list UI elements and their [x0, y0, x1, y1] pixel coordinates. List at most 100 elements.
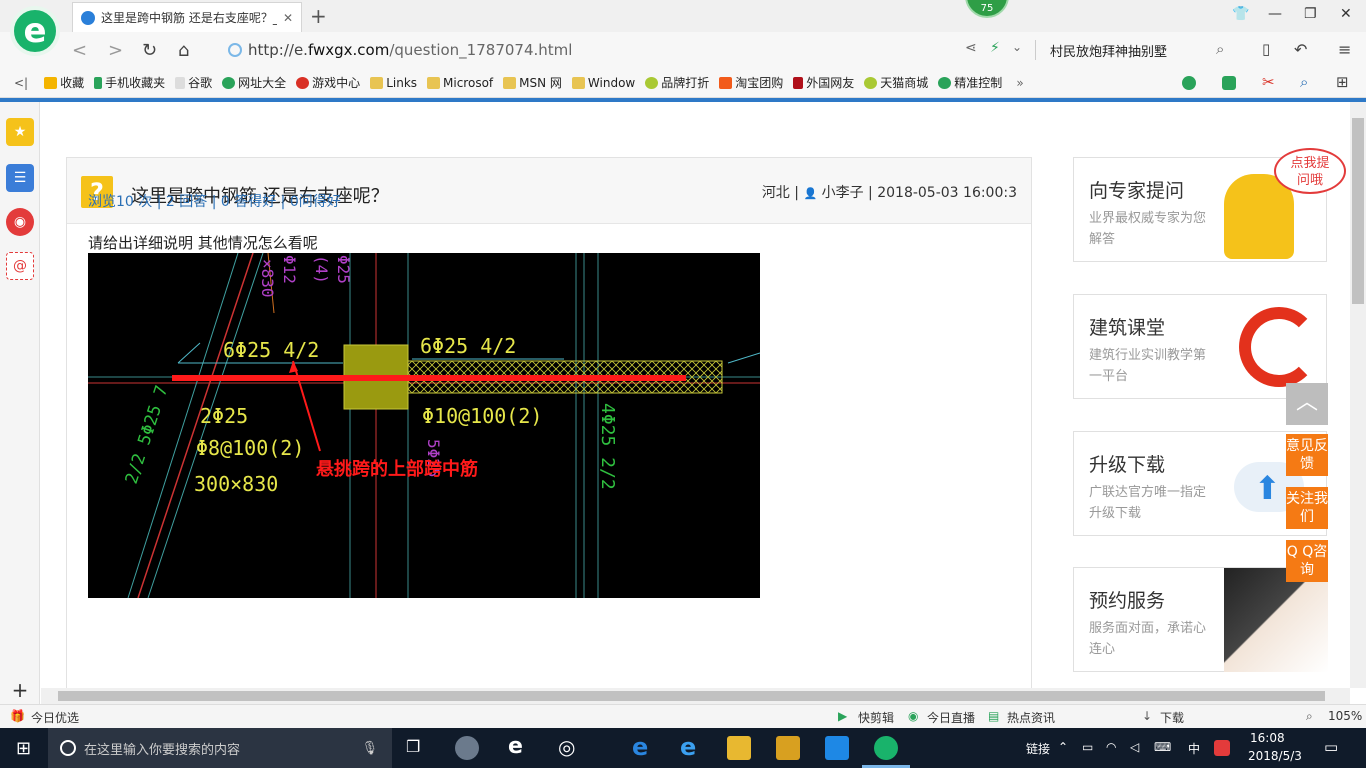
new-tab-button[interactable]: + [310, 4, 327, 28]
spiral-app-icon[interactable]: ◎ [558, 735, 575, 759]
ime-indicator[interactable]: 中 [1188, 740, 1200, 757]
clock-date[interactable]: 2018/5/3 [1248, 749, 1302, 763]
shield-icon[interactable] [1182, 76, 1196, 90]
status-today-live[interactable]: 今日直播 [927, 709, 975, 726]
globe-icon [222, 76, 236, 89]
bookmark-item[interactable]: 淘宝团购 [719, 74, 783, 91]
phone-icon[interactable]: ▯ [1262, 40, 1270, 58]
notes-app-icon[interactable] [776, 736, 800, 760]
bookmark-item[interactable]: 精准控制 [938, 74, 1002, 91]
pinwheel-app-icon[interactable] [455, 736, 479, 760]
status-hot-news[interactable]: 热点资讯 [1007, 709, 1055, 726]
search-icon[interactable]: ⌕ [1216, 40, 1224, 58]
weibo-icon[interactable]: ◉ [6, 208, 34, 236]
cad-label-section: 300×830 [194, 472, 278, 496]
qq-consult-button[interactable]: Q Q咨询 [1286, 540, 1328, 582]
bookmark-item[interactable]: MSN 网 [503, 74, 562, 91]
mail-icon[interactable]: @ [6, 252, 34, 280]
status-download[interactable]: 下载 [1160, 709, 1184, 726]
scissors-icon[interactable]: ✂ [1262, 73, 1275, 91]
horizontal-scroll-thumb[interactable] [58, 691, 1325, 701]
notification-icon[interactable]: ▭ [1324, 738, 1338, 756]
bookmark-item[interactable]: 天猫商城 [864, 74, 928, 91]
reader-icon[interactable]: ☰ [6, 164, 34, 192]
wifi-icon[interactable]: ◠ [1106, 740, 1116, 754]
bookmark-item[interactable]: 谷歌 [175, 74, 212, 91]
menu-icon[interactable]: ≡ [1338, 40, 1351, 59]
forward-icon[interactable]: > [108, 40, 123, 61]
chevron-up-icon[interactable]: ⌃ [1058, 740, 1068, 754]
feedback-button[interactable]: 意见反馈 [1286, 434, 1328, 476]
back-icon[interactable]: < [72, 40, 87, 61]
url-domain: fwxgx.com [307, 41, 390, 59]
mic-icon[interactable]: 🎙 [361, 741, 378, 756]
status-quick-clip[interactable]: 快剪辑 [858, 709, 894, 726]
browser-tab[interactable]: 这里是跨中钢筋 还是右支座呢？_ ✕ [72, 2, 302, 32]
restore-icon[interactable]: ❐ [1304, 6, 1317, 22]
bookmark-item[interactable]: 游戏中心 [296, 74, 360, 91]
close-window-icon[interactable]: ✕ [1340, 6, 1352, 22]
bookmark-item[interactable]: 收藏 [44, 74, 84, 91]
bookmark-item[interactable]: Window [571, 76, 635, 90]
question-user[interactable]: 小李子 [822, 185, 864, 201]
zoom-icon[interactable]: ⌕ [1300, 73, 1308, 91]
card-subtitle: 服务面对面，承诺心连心 [1089, 621, 1207, 657]
volume-icon[interactable]: ◁ [1130, 740, 1139, 754]
news-icon: ▤ [988, 709, 1000, 723]
translate-icon[interactable] [1222, 76, 1236, 90]
status-zoom[interactable]: 105% [1328, 709, 1362, 723]
clock-time[interactable]: 16:08 [1250, 731, 1285, 745]
more-bookmarks-icon[interactable]: » [1016, 76, 1023, 90]
ie-browser-icon[interactable]: e [680, 733, 696, 761]
question-stats[interactable]: 浏览10 次 | 2 回答 | 0 答得好 | 0问得好 [88, 191, 341, 211]
card-appointment[interactable]: 预约服务 服务面对面，承诺心连心 [1073, 567, 1328, 672]
vertical-scroll-thumb[interactable] [1352, 118, 1364, 304]
close-tab-icon[interactable]: ✕ [283, 11, 293, 25]
windows-start-icon[interactable]: ⊞ [16, 738, 31, 759]
shirt-icon[interactable]: 👕 [1232, 6, 1249, 22]
bookmark-item[interactable]: 手机收藏夹 [94, 74, 165, 91]
cortana-icon [60, 740, 76, 756]
cad-drawing: 6Φ25 4/2 6Φ25 4/2 2Φ25 Φ8@100(2) 300×830… [88, 253, 760, 598]
360-browser-taskbar-icon[interactable] [874, 736, 898, 760]
edge-e-icon[interactable]: e [508, 734, 523, 759]
apps-icon[interactable]: ⊞ [1336, 73, 1349, 91]
share-icon[interactable]: ⋖ [965, 40, 977, 56]
task-view-icon[interactable]: ❐ [406, 737, 420, 756]
search-box[interactable]: 村民放炮拜神抽别墅 [1050, 41, 1167, 60]
edge-browser-icon[interactable]: e [632, 733, 648, 761]
sogou-ime-icon[interactable] [1214, 740, 1230, 756]
favorites-icon[interactable]: ★ [6, 118, 34, 146]
flash-icon[interactable]: ⚡ [990, 40, 1000, 56]
minimize-icon[interactable]: — [1268, 6, 1282, 22]
tray-link[interactable]: 链接 [1026, 740, 1050, 757]
card-ask-expert[interactable]: 向专家提问 业界最权威专家为您解答 点我提问哦 [1073, 148, 1346, 262]
bookmark-item[interactable]: 品牌打折 [645, 74, 709, 91]
folder-icon [427, 76, 441, 89]
file-explorer-icon[interactable] [727, 736, 751, 760]
add-icon[interactable]: + [6, 676, 34, 704]
remote-app-icon[interactable] [825, 736, 849, 760]
back-to-top-button[interactable]: ︿ [1286, 383, 1328, 425]
badge-counter[interactable]: 75 [965, 0, 1009, 18]
taskbar-search[interactable]: 在这里输入你要搜索的内容 🎙 [48, 728, 392, 768]
battery-icon[interactable]: ▭ [1082, 740, 1093, 754]
home-icon[interactable]: ⌂ [178, 40, 189, 61]
bookmark-item[interactable]: 外国网友 [793, 74, 854, 91]
chevron-down-icon[interactable]: ⌄ [1012, 40, 1022, 54]
bookmark-item[interactable]: Microsof [427, 76, 493, 90]
status-today-picks[interactable]: 今日优选 [31, 709, 79, 726]
status-bar: 🎁 今日优选 ▶ 快剪辑 ◉ 今日直播 ▤ 热点资讯 ↓ 下载 ⌕ 105% [0, 704, 1366, 728]
collapse-sidebar-icon[interactable]: <| [14, 76, 28, 90]
browser-logo-icon[interactable]: e [10, 6, 60, 56]
bookmark-icon [793, 76, 804, 89]
keyboard-icon[interactable]: ⌨ [1154, 740, 1171, 754]
ask-bubble[interactable]: 点我提问哦 [1274, 148, 1346, 194]
follow-us-button[interactable]: 关注我们 [1286, 487, 1328, 529]
bookmark-item[interactable]: Links [370, 76, 417, 90]
cad-label-left-bottom: 2Φ25 [200, 404, 248, 428]
refresh-icon[interactable]: ↻ [142, 40, 157, 61]
bookmark-item[interactable]: 网址大全 [222, 74, 286, 91]
undo-icon[interactable]: ↶ [1294, 40, 1307, 59]
url-input[interactable]: http://e. fwxgx.com/question_1787074.html [220, 36, 1040, 64]
